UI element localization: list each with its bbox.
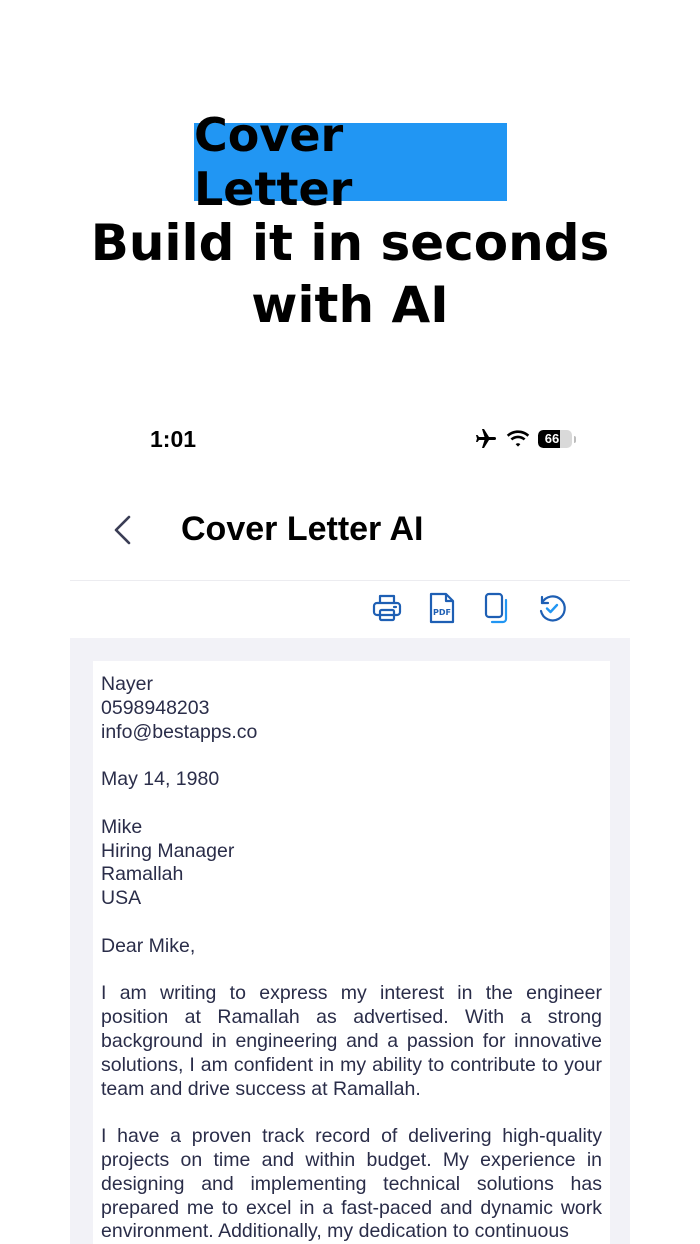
history-icon <box>539 595 566 622</box>
copy-icon <box>484 592 508 624</box>
copy-button[interactable] <box>480 590 514 626</box>
battery-level: 66 <box>544 431 560 446</box>
recipient-name: Mike <box>101 815 143 838</box>
promo-headline: Build it in seconds with AI <box>90 214 610 334</box>
status-icons: 66 <box>474 427 576 451</box>
sender-email: info@bestapps.co <box>101 720 258 743</box>
recipient-title: Hiring Manager <box>101 839 235 862</box>
export-pdf-button[interactable]: PDF <box>425 590 459 626</box>
history-button[interactable] <box>535 590 569 626</box>
back-button[interactable] <box>108 512 138 548</box>
print-button[interactable] <box>370 590 404 626</box>
wifi-icon <box>506 430 530 447</box>
sender-phone: 0598948203 <box>101 696 210 719</box>
status-time: 1:01 <box>150 426 197 452</box>
printer-icon <box>372 594 402 622</box>
letter-greeting: Dear Mike, <box>101 934 196 957</box>
sender-name: Nayer <box>101 673 154 695</box>
nav-divider <box>70 580 630 581</box>
sender-block: Nayer 0598948203 info@bestapps.co <box>101 673 602 744</box>
svg-text:PDF: PDF <box>433 608 451 617</box>
document-toolbar: PDF <box>370 590 569 626</box>
pdf-icon: PDF <box>429 592 455 624</box>
battery-icon: 66 <box>538 430 572 448</box>
battery-cap <box>574 435 576 443</box>
letter-paragraph: I am writing to express my interest in t… <box>101 982 602 1100</box>
cover-letter-document[interactable]: Nayer 0598948203 info@bestapps.co May 14… <box>93 661 610 1244</box>
page-title: Cover Letter AI <box>181 510 424 548</box>
letter-paragraph: I have a proven track record of deliveri… <box>101 1125 602 1243</box>
recipient-city: Ramallah <box>101 863 184 886</box>
recipient-block: Mike Hiring Manager Ramallah USA <box>101 816 602 911</box>
chevron-left-icon <box>114 515 131 545</box>
airplane-icon <box>476 429 496 448</box>
recipient-country: USA <box>101 887 142 910</box>
letter-date: May 14, 1980 <box>101 768 220 791</box>
promo-badge: Cover Letter <box>194 108 507 216</box>
